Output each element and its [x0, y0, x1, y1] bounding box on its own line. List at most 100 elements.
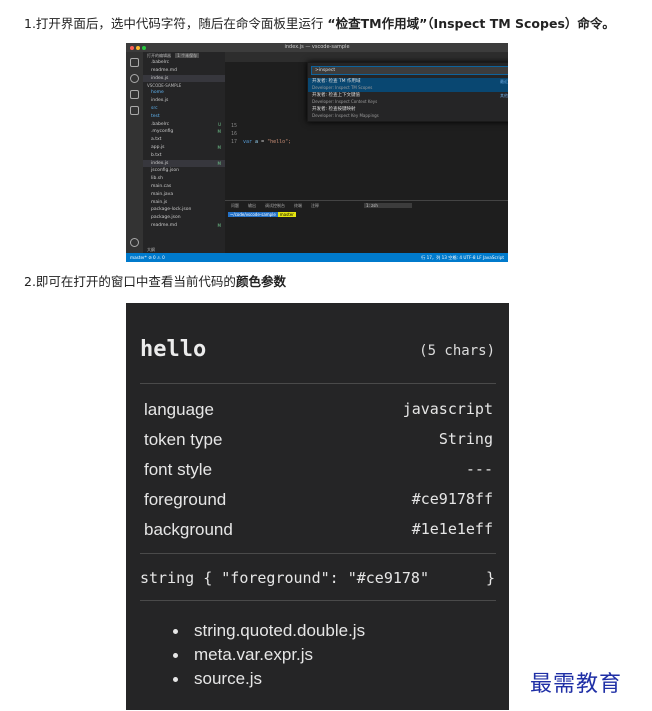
scope-list: string.quoted.double.js meta.var.expr.js s…: [166, 619, 365, 691]
gear-icon[interactable]: [130, 238, 139, 247]
extensions-icon[interactable]: [130, 106, 139, 115]
line-number: 15: [230, 123, 237, 129]
file-tree-item[interactable]: app.js M: [143, 144, 225, 152]
file-tree-item[interactable]: main.cas: [143, 183, 225, 191]
step-1-prefix: 1.打开界面后，选中代码字符，随后在命令面板里运行: [24, 16, 328, 31]
divider: [140, 383, 496, 384]
theme-rule-end: }: [485, 569, 495, 587]
panel-tab[interactable]: 调试控制台: [265, 203, 285, 208]
prompt-branch: master: [277, 212, 296, 217]
vscode-screenshot: index.js — vscode-sample 打开的编辑器 1 个未保存 .…: [126, 43, 508, 262]
open-editor-item[interactable]: readme.md: [143, 67, 225, 75]
file-tree-item[interactable]: jsconfig.json: [143, 167, 225, 175]
command-palette-item[interactable]: 开发者: 检查 TM 作用域 Developer: Inspect TM Scop…: [308, 78, 508, 92]
command-subtitle: Developer: Inspect TM Scopes: [312, 85, 373, 90]
token-word: hello: [140, 337, 207, 362]
property-value: javascript: [402, 400, 493, 418]
git-status-badge: M: [217, 144, 221, 150]
file-tree: home index.js src test .babelrc U .myconfig Ma.…: [143, 89, 225, 229]
bottom-panel: 问题 输出 调试控制台 终端 注释 1: zsh ~/code/vscode-sampl…: [225, 200, 508, 254]
watermark-logo: 最需教育: [530, 672, 623, 697]
code-line: 15: [225, 122, 291, 130]
prompt-path: ~/code/vscode-sample: [228, 212, 278, 217]
search-icon[interactable]: [130, 74, 139, 83]
property-value: #1e1e1eff: [411, 520, 493, 538]
token-property-row: background #1e1e1eff: [144, 520, 493, 550]
code-line: 16: [225, 130, 291, 138]
panel-tab[interactable]: 问题: [231, 203, 239, 208]
token-property-row: foreground #ce9178ff: [144, 490, 493, 520]
command-subtitle: Developer: Inspect Context Keys: [312, 99, 378, 104]
command-palette-item[interactable]: 开发者: 检查上下文键值 Developer: Inspect Context K…: [308, 92, 508, 106]
divider: [140, 600, 496, 601]
command-palette: >inspect 开发者: 检查 TM 作用域 Developer: Inspec…: [307, 62, 508, 122]
open-editor-item[interactable]: index.js: [143, 74, 225, 83]
file-tree-item[interactable]: a.txt: [143, 136, 225, 144]
property-key: language: [144, 400, 214, 419]
window-title: index.js — vscode-sample: [284, 44, 350, 50]
source-control-icon[interactable]: [130, 90, 139, 99]
token-property-row: language javascript: [144, 400, 493, 430]
scope-item: meta.var.expr.js: [166, 643, 365, 667]
property-key: background: [144, 520, 233, 539]
explorer-icon[interactable]: [130, 58, 139, 67]
git-status-badge: M: [217, 129, 221, 135]
file-tree-item[interactable]: main.java: [143, 191, 225, 199]
open-editors-label: 打开的编辑器: [147, 53, 171, 58]
panel-tab[interactable]: 终端: [294, 203, 302, 208]
activity-bar: [126, 52, 143, 253]
property-value: String: [438, 430, 493, 448]
string-token: "hello";: [267, 139, 292, 145]
step-2-bold: 颜色参数: [235, 274, 286, 289]
git-status-badge: M: [217, 160, 221, 166]
folder-header[interactable]: VSCODE-SAMPLE: [143, 82, 225, 89]
panel-tab[interactable]: 输出: [248, 203, 256, 208]
file-tree-item[interactable]: lib.sh: [143, 175, 225, 183]
command-subtitle: Developer: Inspect Key Mappings: [312, 113, 379, 118]
status-bar: master* ⊘ 0 ⚠ 0 行 17，列 13 空格: 4 UTF-8 LF…: [126, 253, 508, 262]
editor-area: 15 16 17 var a = "hello"; >inspect 开发者: 检查 …: [225, 52, 508, 254]
theme-rule: string { "foreground": "#ce9178": [140, 569, 429, 587]
property-key: font style: [144, 460, 213, 479]
unsaved-badge: 1 个未保存: [175, 53, 200, 58]
file-tree-item[interactable]: package-lock.json: [143, 206, 225, 214]
command-tag: 其他命令: [500, 93, 508, 98]
status-left[interactable]: master* ⊘ 0 ⚠ 0: [130, 253, 165, 262]
file-tree-item[interactable]: src: [143, 105, 225, 113]
outline-header[interactable]: 大纲: [143, 246, 225, 253]
title-bar: index.js — vscode-sample: [126, 43, 508, 52]
editor-tab-bar: [225, 52, 508, 62]
file-tree-item[interactable]: .myconfig M: [143, 128, 225, 136]
command-palette-list: 开发者: 检查 TM 作用域 Developer: Inspect TM Scop…: [308, 78, 508, 120]
file-tree-item[interactable]: test: [143, 113, 225, 121]
step-1-text: 1.打开界面后，选中代码字符，随后在命令面板里运行 “检查TM作用域”（Insp…: [24, 13, 615, 32]
step-1-command: “检查TM作用域”（Inspect TM Scopes）命令。: [327, 16, 615, 31]
command-title: 开发者: 检查按键映射: [312, 107, 356, 112]
scope-inspector-panel: hello (5 chars) language javascript token …: [126, 303, 509, 710]
command-palette-item[interactable]: 开发者: 检查按键映射 Developer: Inspect Key Mappin…: [308, 106, 508, 120]
panel-tab[interactable]: 注释: [311, 203, 319, 208]
scope-item: string.quoted.double.js: [166, 619, 365, 643]
status-right[interactable]: 行 17，列 13 空格: 4 UTF-8 LF JavaScript: [421, 253, 504, 262]
token-char-count: (5 chars): [419, 343, 495, 359]
file-tree-item[interactable]: package.json: [143, 214, 225, 222]
open-editor-item[interactable]: .babelrc: [143, 59, 225, 67]
command-title: 开发者: 检查上下文键值: [312, 93, 360, 98]
file-tree-item[interactable]: home: [143, 89, 225, 97]
file-tree-item[interactable]: b.txt: [143, 152, 225, 160]
property-value: #ce9178ff: [411, 490, 493, 508]
file-tree-item[interactable]: .babelrc U: [143, 121, 225, 129]
file-tree-item[interactable]: index.js M: [143, 159, 225, 168]
code-block[interactable]: 15 16 17 var a = "hello";: [225, 122, 291, 146]
line-number: 16: [230, 131, 237, 137]
git-status-badge: U: [218, 121, 221, 127]
open-editors-list: .babelrc readme.md index.js: [143, 59, 225, 83]
command-palette-input[interactable]: >inspect: [311, 66, 508, 75]
token-property-row: token type String: [144, 430, 493, 460]
terminal-select[interactable]: 1: zsh: [364, 203, 412, 208]
open-editors-header[interactable]: 打开的编辑器 1 个未保存: [143, 52, 225, 59]
keyword-token: var: [243, 139, 256, 145]
file-tree-item[interactable]: main.js: [143, 199, 225, 207]
file-tree-item[interactable]: index.js: [143, 97, 225, 105]
file-tree-item[interactable]: readme.md M: [143, 222, 225, 230]
